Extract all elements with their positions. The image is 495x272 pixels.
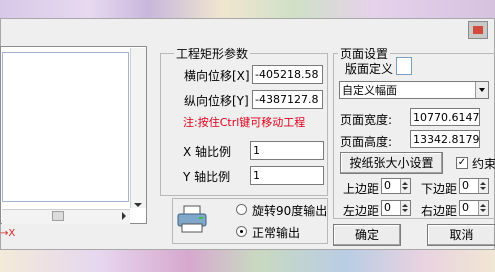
margin-top-label: 上边距 [343,182,380,196]
margin-top-value: 0 [384,179,391,192]
y-scale-label: Y 轴比例 [183,170,231,184]
margin-bottom-label: 下边距 [421,182,458,196]
y-scale-field[interactable]: 1 [250,166,324,185]
constrain-checkbox[interactable]: ✓ [456,157,468,169]
rotate-90-radio[interactable] [236,204,247,215]
printer-icon [177,205,207,233]
margin-right-field[interactable]: 0 [459,200,489,216]
h-offset-field[interactable]: -405218.58 [252,65,323,84]
x-scale-label: X 轴比例 [183,145,232,159]
margin-left-label: 左边距 [343,204,380,218]
normal-output-radio[interactable] [236,226,247,237]
x-scale-field[interactable]: 1 [250,141,324,160]
margin-bottom-value: 0 [462,179,469,192]
cancel-button[interactable]: 取消 [427,224,495,246]
page-width-label: 页面宽度: [340,113,393,127]
ok-button[interactable]: 确定 [333,224,401,246]
margin-bottom-field[interactable]: 0 [459,178,489,194]
preview-page [2,52,129,202]
preview-hscroll-thumb[interactable] [52,211,64,221]
page-def-label: 版面定义 [345,62,394,76]
coord-x-marker: →X [0,228,16,239]
page-def-preview [396,57,412,75]
page-width-field[interactable]: 10770.61473 [410,108,480,126]
page-def-select[interactable]: 自定义幅面 [339,81,489,99]
rotate-90-label[interactable]: 旋转90度输出 [252,202,327,219]
margin-top-spinner[interactable] [400,179,410,193]
close-icon[interactable] [468,21,488,39]
page-height-label: 页面高度: [340,135,393,149]
scroll-down-arrow-icon[interactable] [134,203,142,207]
page-height-field[interactable]: 13342.81797 [410,130,480,148]
margin-right-value: 0 [462,201,469,214]
scroll-right-arrow-icon[interactable] [122,212,126,220]
preview-hscrollbar[interactable] [2,209,130,224]
page-def-select-value: 自定义幅面 [342,84,397,97]
chevron-down-icon[interactable] [475,82,488,98]
h-offset-label: 横向位移[X] [184,69,250,83]
preview-vscrollbar[interactable] [130,48,146,208]
v-offset-field[interactable]: -4387127.8 [252,90,323,109]
move-project-note: 注:按住Ctrl键可移动工程 [183,116,306,129]
margin-right-label: 右边距 [421,204,458,218]
normal-output-label[interactable]: 正常输出 [252,224,300,241]
v-offset-label: 纵向位移[Y] [184,94,249,108]
constrain-label: 约束 [472,157,495,171]
background-map-bottom [0,250,495,272]
margin-right-spinner[interactable] [478,201,488,215]
margin-left-value: 0 [384,201,391,214]
margin-bottom-spinner[interactable] [478,179,488,193]
margin-left-spinner[interactable] [400,201,410,215]
project-params-legend: 工程矩形参数 [174,45,251,62]
margin-left-field[interactable]: 0 [381,200,411,216]
margin-top-field[interactable]: 0 [381,178,411,194]
fit-paper-size-button[interactable]: 按纸张大小设置 [340,152,443,174]
